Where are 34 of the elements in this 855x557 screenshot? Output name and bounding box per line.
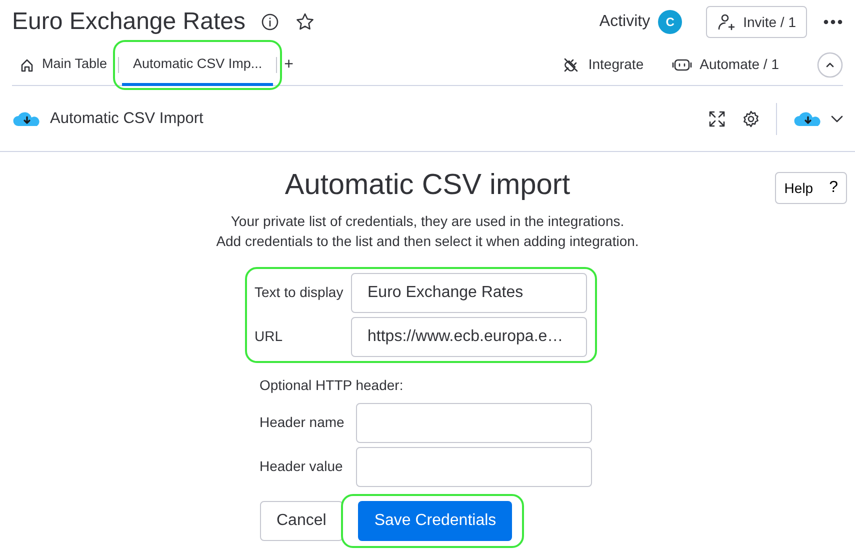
cancel-button[interactable]: Cancel xyxy=(260,500,344,541)
page-heading: Automatic CSV import xyxy=(284,168,570,203)
save-button[interactable]: Save Credentials xyxy=(358,500,512,541)
field-label: URL xyxy=(254,327,284,346)
field-label: Header name xyxy=(260,413,346,432)
help-button[interactable]: Help ? xyxy=(775,172,847,204)
view-title: Automatic CSV Import xyxy=(50,108,204,129)
intro-text: Your private list of credentials, they are used in the integrations. xyxy=(230,212,626,231)
caret-icon[interactable] xyxy=(831,114,843,122)
input-field[interactable]: https://www.ecb.europa.e… xyxy=(350,316,586,357)
tab[interactable]: Main Table xyxy=(12,44,116,86)
toolbar-button[interactable]: Automate / 1 xyxy=(666,53,785,76)
info-icon[interactable] xyxy=(261,13,280,31)
invite-button[interactable]: Invite / 1 xyxy=(706,6,807,38)
settings-icon[interactable] xyxy=(742,110,760,128)
expand-icon[interactable] xyxy=(708,110,726,128)
toolbar-button[interactable]: Integrate xyxy=(556,53,650,76)
tab[interactable]: Automatic CSV Imp... xyxy=(119,44,276,84)
intro-text: Add credentials to the list and then select it when adding integration. xyxy=(216,232,639,251)
add-tab-button[interactable]: + xyxy=(284,52,294,76)
home-icon xyxy=(20,58,34,72)
plug-icon xyxy=(562,56,580,74)
field-label: Text to display xyxy=(254,283,344,302)
more-icon[interactable] xyxy=(823,19,843,25)
board-title: Euro Exchange Rates xyxy=(12,10,246,34)
section-label: Optional HTTP header: xyxy=(260,376,404,395)
input-field[interactable]: Euro Exchange Rates xyxy=(350,272,586,313)
input-field[interactable] xyxy=(356,402,592,443)
star-icon[interactable] xyxy=(295,12,316,32)
input-field[interactable] xyxy=(356,446,592,487)
activity-link[interactable]: Activity xyxy=(599,10,650,34)
robot-icon xyxy=(672,56,692,72)
field-label: Header value xyxy=(260,457,344,476)
person-add-icon xyxy=(717,13,736,31)
